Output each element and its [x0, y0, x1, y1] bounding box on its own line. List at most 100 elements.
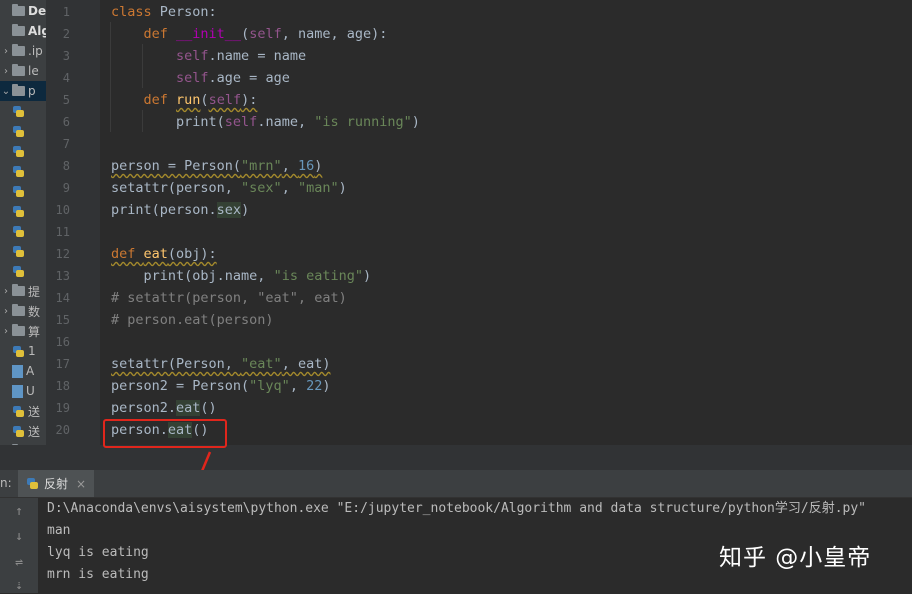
line-number: 12 — [55, 247, 70, 261]
code-line[interactable]: person2 = Person("lyq", 22) — [111, 375, 330, 397]
code-line[interactable]: print(obj.name, "is eating") — [111, 265, 372, 287]
code-token: (obj): — [167, 246, 217, 262]
code-token: Person: — [159, 4, 217, 20]
run-tool-window-header: n: 反射 × — [0, 470, 912, 498]
close-icon[interactable]: × — [76, 477, 86, 491]
code-line[interactable]: # setattr(person, "eat", eat) — [111, 287, 347, 309]
code-token: self — [176, 48, 209, 64]
editor-footer — [0, 445, 912, 470]
code-line[interactable]: class Person: — [111, 1, 217, 23]
line-number: 14 — [55, 291, 70, 305]
chevron-right-icon[interactable]: › — [0, 46, 12, 57]
project-tree-item-label: 送 — [28, 404, 41, 419]
code-token: () — [200, 400, 217, 416]
console-line: mrn is eating — [47, 567, 149, 582]
tab-run-fanshe[interactable]: 反射 × — [18, 470, 95, 497]
line-number: 4 — [62, 71, 70, 85]
console-line-command: D:\Anaconda\envs\aisystem\python.exe "E:… — [47, 501, 867, 516]
folder-icon — [12, 84, 25, 96]
project-tree-item-label: 提 — [28, 284, 41, 299]
code-token: .name, — [257, 114, 315, 130]
code-line[interactable]: def run(self): — [111, 89, 258, 111]
chevron-right-icon[interactable]: › — [0, 66, 12, 77]
code-token: # person.eat(person) — [111, 312, 274, 328]
line-number: 10 — [55, 203, 70, 217]
code-line[interactable]: def __init__(self, name, age): — [111, 23, 388, 45]
code-line[interactable]: # person.eat(person) — [111, 309, 274, 331]
code-token: , — [289, 378, 307, 394]
code-line[interactable]: setattr(Person, "eat", eat) — [111, 353, 330, 375]
file-icon — [12, 384, 23, 398]
soft-wrap-icon[interactable]: ⇌ — [11, 555, 27, 571]
code-token: print(obj.name, — [111, 268, 274, 284]
console-line: lyq is eating — [47, 545, 149, 560]
arrow-down-icon[interactable]: ↓ — [11, 529, 27, 545]
code-editor[interactable]: class Person: def __init__(self, name, a… — [100, 0, 912, 445]
folder-icon — [12, 324, 25, 336]
line-number: 20 — [55, 423, 70, 437]
line-number: 19 — [55, 401, 70, 415]
line-number: 1 — [62, 5, 70, 19]
code-line[interactable]: person2.eat() — [111, 397, 217, 419]
chevron-right-icon[interactable]: › — [0, 306, 12, 317]
code-token: run — [176, 92, 201, 108]
scroll-to-end-icon[interactable]: ⇣ — [11, 578, 27, 594]
code-token: ) — [314, 158, 323, 174]
line-number: 11 — [55, 225, 70, 239]
python-file-icon — [12, 345, 25, 358]
code-token: setattr(person, — [111, 180, 242, 196]
line-number: 6 — [62, 115, 70, 129]
python-file-icon — [12, 265, 25, 278]
line-number: 17 — [55, 357, 70, 371]
code-token: ): — [241, 92, 258, 108]
run-tab-label: 反射 — [44, 477, 69, 491]
code-token: self — [249, 26, 282, 42]
code-token: , eat) — [281, 356, 331, 372]
code-line[interactable]: self.age = age — [111, 67, 290, 89]
code-token: ) — [241, 202, 250, 218]
file-icon — [12, 364, 23, 378]
line-number: 9 — [62, 181, 70, 195]
python-file-icon — [12, 245, 25, 258]
code-line[interactable]: setattr(person, "sex", "man") — [111, 177, 347, 199]
code-token: eat — [176, 400, 201, 416]
code-token: person = Person( — [111, 158, 242, 174]
line-number: 18 — [55, 379, 70, 393]
code-token: ( — [241, 26, 250, 42]
line-number: 3 — [62, 49, 70, 63]
code-token: person2. — [111, 400, 177, 416]
code-token: , name, age): — [281, 26, 388, 42]
code-token: .age = age — [208, 70, 290, 86]
chevron-down-icon[interactable]: ⌄ — [0, 86, 12, 97]
code-token: self — [224, 114, 258, 130]
code-token: "man" — [297, 180, 339, 196]
python-file-icon — [12, 225, 25, 238]
python-file-icon — [12, 205, 25, 218]
code-token: "is running" — [314, 114, 412, 130]
code-token: "sex" — [241, 180, 282, 196]
code-token: eat — [143, 246, 168, 262]
chevron-right-icon[interactable]: › — [0, 326, 12, 337]
code-token: sex — [216, 202, 242, 218]
python-file-icon — [12, 165, 25, 178]
folder-icon — [12, 24, 25, 36]
code-token: class — [111, 4, 160, 20]
chevron-right-icon[interactable]: › — [0, 286, 12, 297]
arrow-up-icon[interactable]: ↑ — [11, 504, 27, 520]
code-line[interactable]: print(self.name, "is running") — [111, 111, 420, 133]
project-tree-item-label: 1 — [28, 344, 36, 358]
python-file-icon — [12, 425, 25, 438]
code-token: def — [143, 26, 177, 42]
code-line[interactable]: self.name = name — [111, 45, 306, 67]
folder-icon — [12, 44, 25, 56]
code-token: ( — [200, 92, 209, 108]
python-file-icon — [26, 477, 39, 490]
line-number: 15 — [55, 313, 70, 327]
code-line[interactable]: print(person.sex) — [111, 199, 249, 221]
python-file-icon — [12, 125, 25, 138]
project-tree-item-label: p — [28, 84, 36, 98]
code-line[interactable]: person = Person("mrn", 16) — [111, 155, 322, 177]
code-line[interactable]: def eat(obj): — [111, 243, 217, 265]
